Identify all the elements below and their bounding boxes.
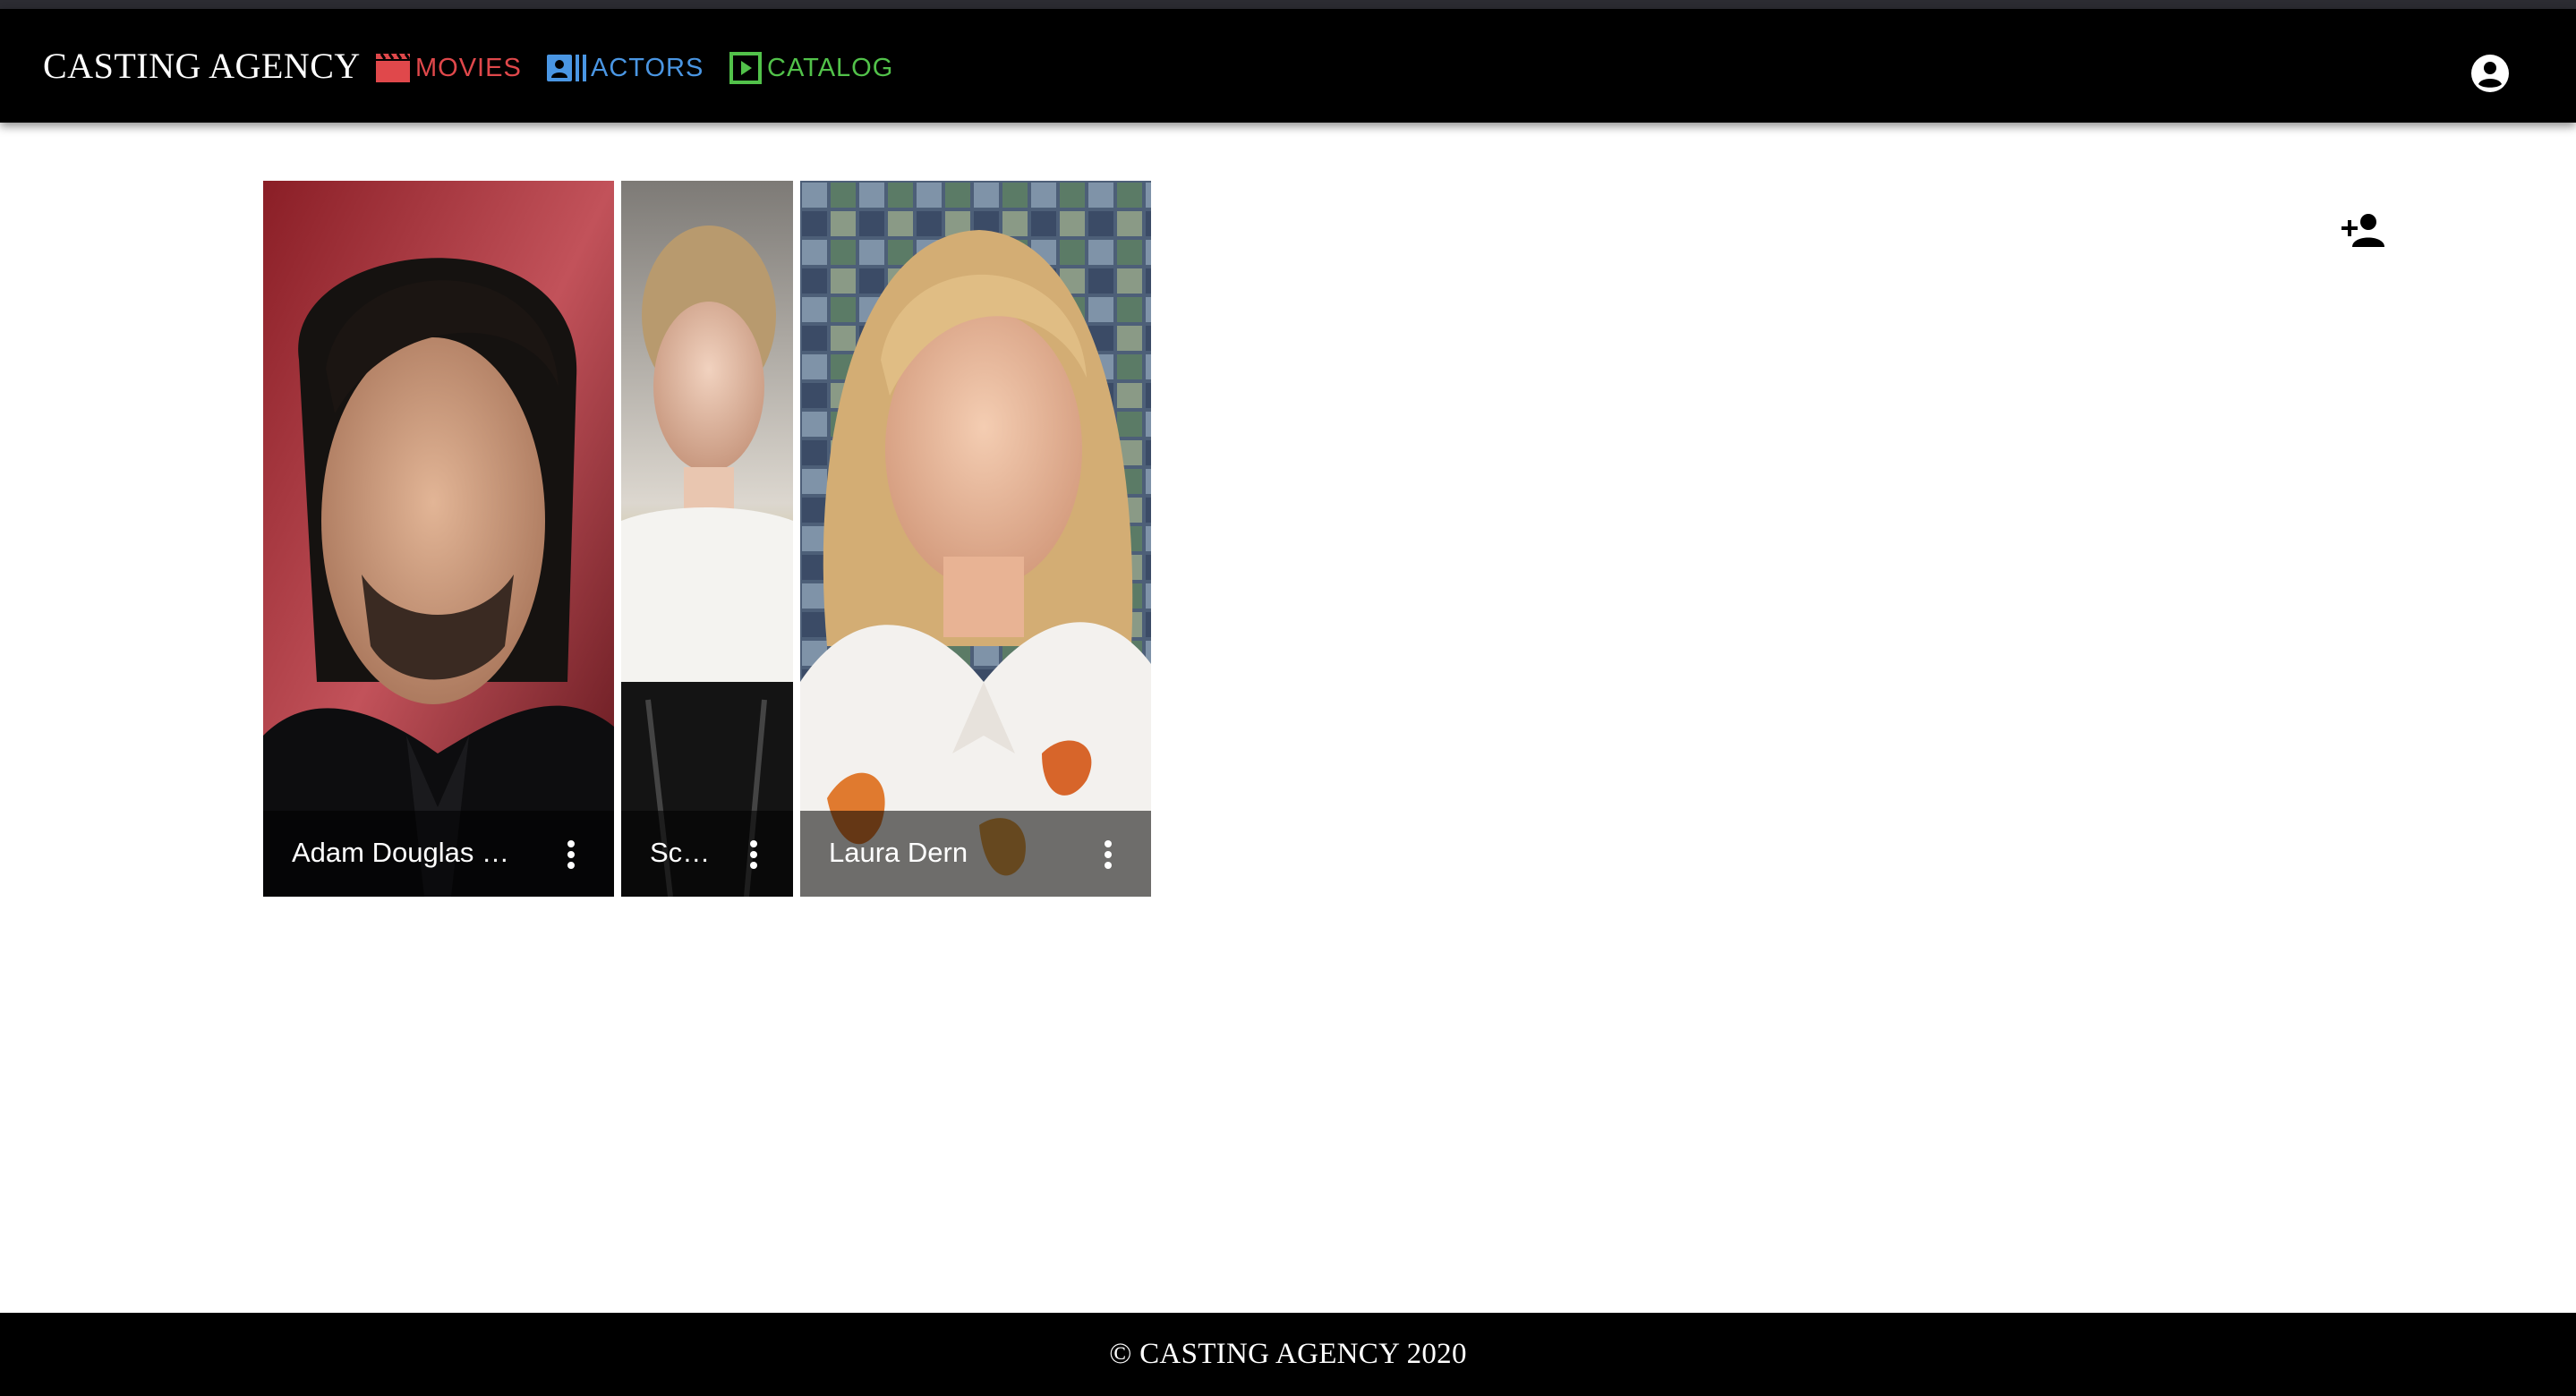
footer-copyright: © CASTING AGENCY 2020 [1109, 1338, 1467, 1370]
actor-tile[interactable]: Scarlett Johansson [621, 181, 793, 897]
add-actor-button[interactable] [2341, 211, 2388, 251]
navbar: CASTING AGENCY MOVIES ACTORS CATALOG [0, 9, 2576, 123]
contacts-icon [547, 55, 586, 81]
tile-title-bar: Scarlett Johansson [621, 811, 793, 897]
footer: © CASTING AGENCY 2020 [0, 1313, 2576, 1396]
play-box-icon [729, 52, 762, 84]
actor-name: Adam Douglas Driver [292, 837, 525, 868]
nav-link-actors[interactable]: ACTORS [546, 50, 704, 86]
actor-name: Laura Dern [829, 837, 968, 868]
nav-link-label: ACTORS [591, 53, 704, 82]
more-vert-icon[interactable] [1101, 839, 1115, 870]
more-vert-icon[interactable] [564, 839, 578, 870]
actor-photo [800, 181, 1151, 897]
person-add-icon [2341, 214, 2384, 247]
clapperboard-icon [376, 53, 411, 82]
brand-title[interactable]: CASTING AGENCY [43, 45, 361, 87]
account-circle-icon [2471, 55, 2509, 92]
actor-tile[interactable]: Adam Douglas Driver [263, 181, 614, 897]
window-top-stripe [0, 0, 2576, 9]
nav-link-label: CATALOG [767, 53, 894, 82]
tile-title-bar: Adam Douglas Driver [263, 811, 614, 897]
actor-tile[interactable]: Laura Dern [800, 181, 1151, 897]
actor-grid: Adam Douglas Driver [263, 181, 1151, 897]
account-button[interactable] [2470, 54, 2510, 93]
actor-name: Scarlett Johansson [650, 837, 712, 868]
tile-title-bar: Laura Dern [800, 811, 1151, 897]
nav-link-catalog[interactable]: CATALOG [729, 50, 893, 86]
nav-link-movies[interactable]: MOVIES [374, 50, 522, 86]
nav-link-label: MOVIES [415, 53, 522, 82]
actor-photo [621, 181, 793, 897]
more-vert-icon[interactable] [746, 839, 761, 870]
actor-photo [263, 181, 614, 897]
